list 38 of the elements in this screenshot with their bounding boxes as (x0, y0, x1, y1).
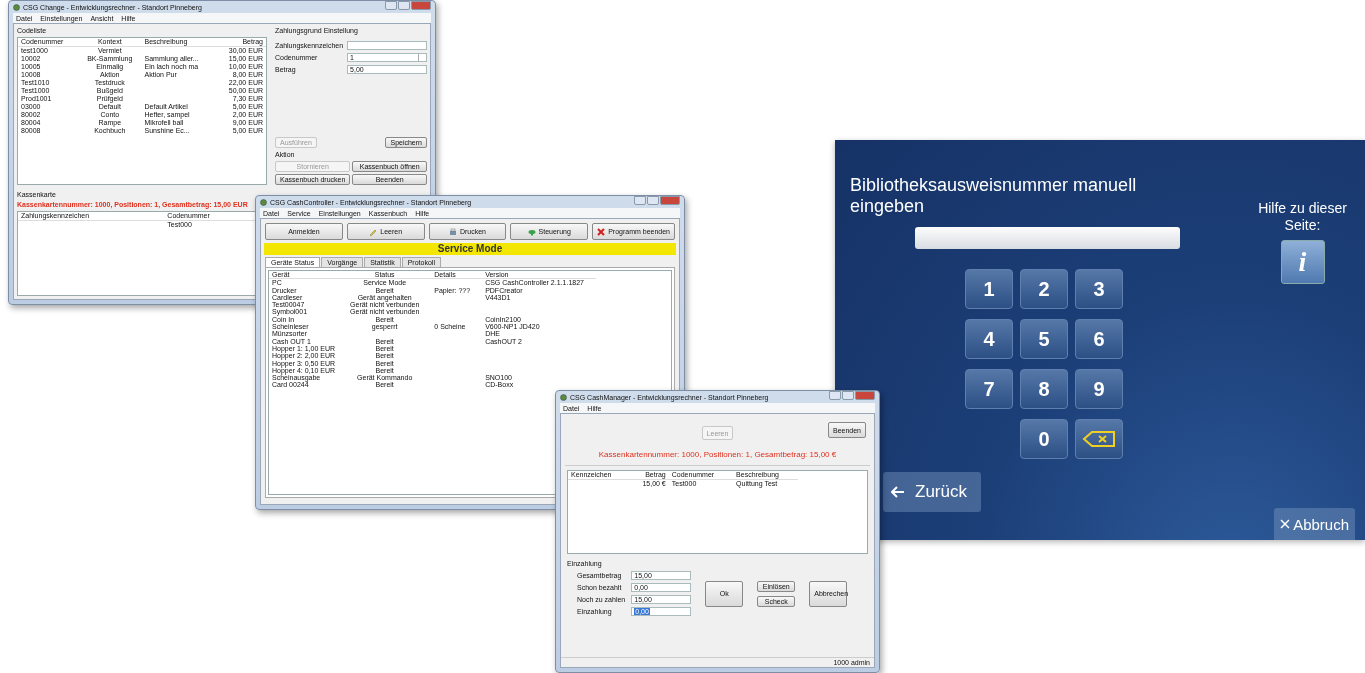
minimize-button[interactable] (385, 1, 397, 10)
cancel-button[interactable]: Abbruch (1274, 508, 1355, 540)
app-icon (13, 3, 20, 11)
minimize-button[interactable] (634, 196, 646, 205)
keypad-key[interactable]: 0 (1020, 419, 1068, 459)
app-icon (260, 198, 267, 206)
close-icon (1280, 519, 1291, 529)
keypad-key[interactable]: 7 (965, 369, 1013, 409)
card-number-field[interactable] (915, 227, 1180, 249)
keypad-key[interactable]: 6 (1075, 319, 1123, 359)
status-banner: Service Mode (264, 243, 676, 255)
pencil-icon (369, 227, 378, 236)
screen-title: Bibliotheksausweisnummer manuell eingeben (850, 175, 1138, 217)
close-button[interactable] (411, 1, 431, 10)
printer-icon (448, 227, 457, 236)
keypad-key[interactable]: 5 (1020, 319, 1068, 359)
arrow-left-icon (891, 486, 905, 498)
keypad-key[interactable]: 4 (965, 319, 1013, 359)
maximize-button[interactable] (842, 391, 854, 400)
maximize-button[interactable] (647, 196, 659, 205)
keypad-key[interactable]: 8 (1020, 369, 1068, 409)
backspace-icon (1082, 430, 1116, 448)
backspace-key[interactable] (1075, 419, 1123, 459)
device-icon (527, 227, 536, 236)
close-button[interactable] (855, 391, 875, 400)
keypad-key[interactable]: 1 (965, 269, 1013, 309)
keypad-key[interactable]: 3 (1075, 269, 1123, 309)
minimize-button[interactable] (829, 391, 841, 400)
cross-icon (597, 227, 606, 236)
help-label: Hilfe zu dieser Seite: (1257, 200, 1348, 234)
keypad-key[interactable]: 2 (1020, 269, 1068, 309)
maximize-button[interactable] (398, 1, 410, 10)
input-field[interactable] (347, 41, 427, 50)
summary-text: Kassenkartennummer: 1000, Positionen: 1, Gesamtbetrag: 15,00 € (565, 444, 870, 466)
keypad-key[interactable]: 9 (1075, 369, 1123, 409)
app-icon (560, 393, 567, 401)
close-button[interactable] (660, 196, 680, 205)
back-button[interactable]: Zurück (883, 472, 981, 512)
